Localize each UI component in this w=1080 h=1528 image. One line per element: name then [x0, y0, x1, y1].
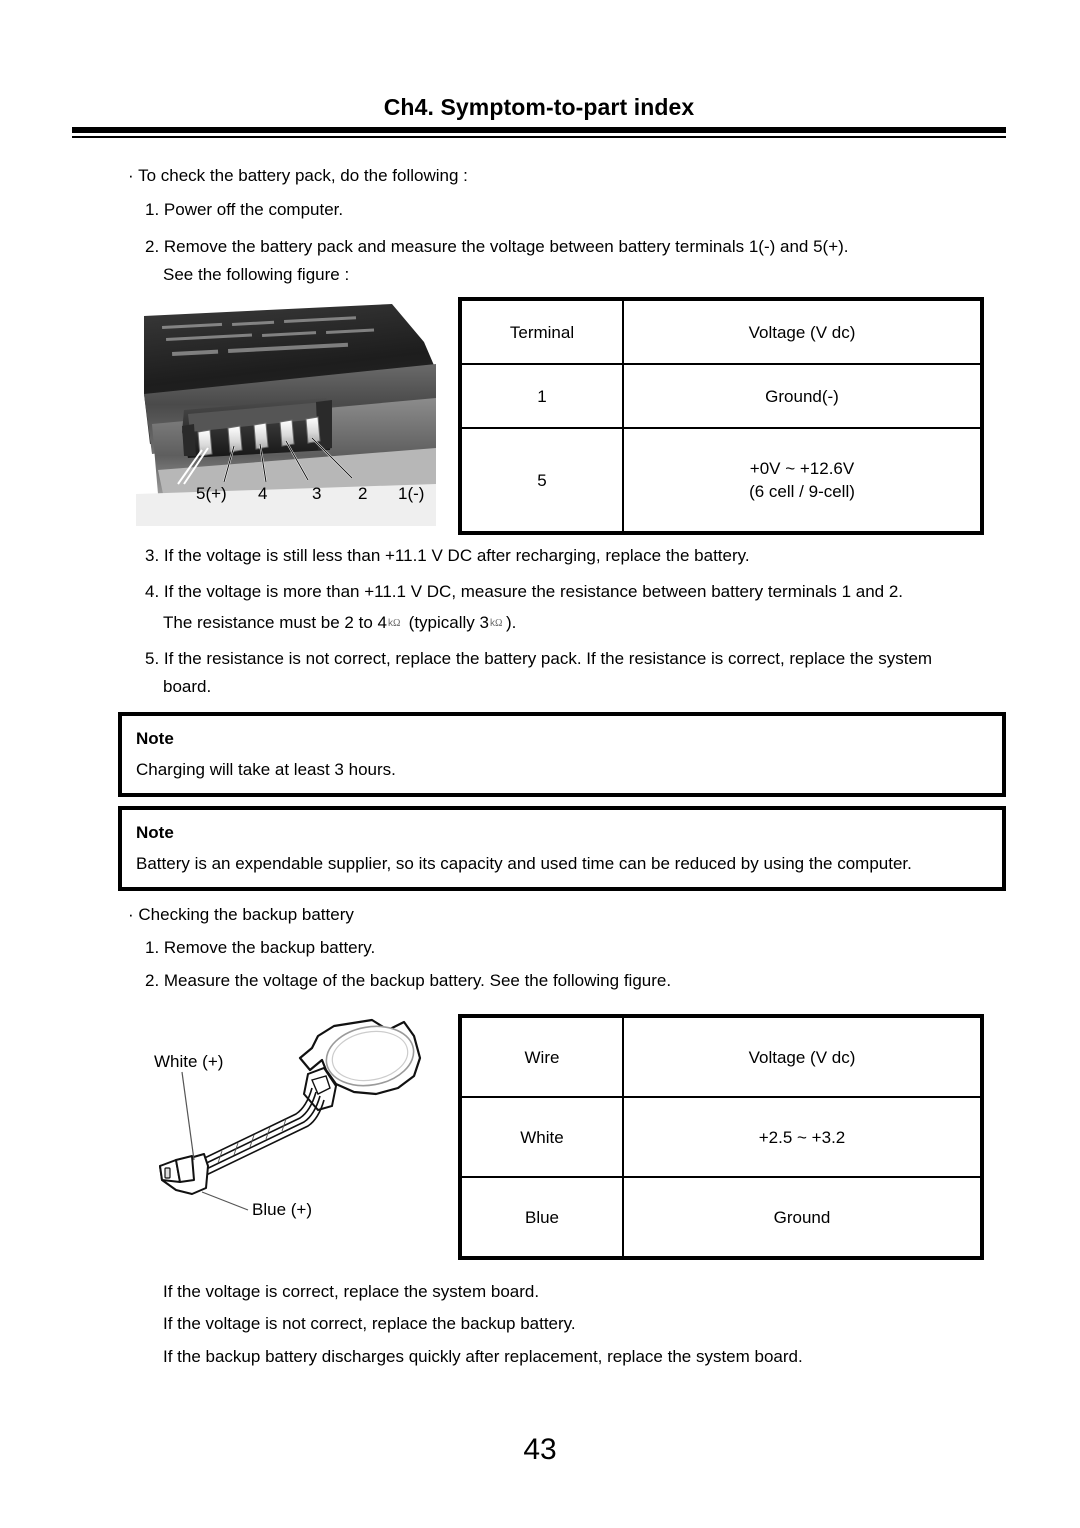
backup-check-step-1: 1. Remove the backup battery. [145, 938, 376, 957]
header-rule-thick [72, 127, 1006, 133]
battery-check-step-1: 1. Power off the computer. [145, 200, 344, 219]
table-row: Blue Ground [459, 1176, 983, 1259]
header-rule-thin [72, 136, 1006, 138]
terminal-value-1: 1 [459, 363, 624, 429]
wire-voltage-white: +2.5 ~ +3.2 [622, 1096, 983, 1178]
resistance-middle: (typically 3 [403, 613, 489, 632]
kilo-ohm-icon: kΩ [387, 615, 403, 630]
voltage-value-5-line2: (6 cell / 9-cell) [749, 482, 855, 501]
battery-label-4: 4 [258, 484, 268, 503]
voltage-value-5-line1: +0V ~ +12.6V [749, 459, 855, 478]
note-body: Battery is an expendable supplier, so it… [136, 854, 912, 873]
battery-check-step-2-cont: See the following figure : [163, 265, 350, 284]
backup-conclusion-1: If the voltage is correct, replace the s… [163, 1282, 540, 1301]
wire-value-white: White [459, 1096, 624, 1178]
battery-label-1: 1(-) [398, 484, 425, 503]
wire-voltage-header: Voltage (V dc) [622, 1015, 983, 1098]
battery-check-resistance-line: The resistance must be 2 to 4kΩ (typical… [163, 612, 516, 634]
voltage-value-5: +0V ~ +12.6V (6 cell / 9-cell) [622, 427, 983, 534]
backup-label-blue: Blue (+) [252, 1200, 312, 1219]
battery-check-step-4: 4. If the voltage is more than +11.1 V D… [145, 582, 904, 601]
battery-label-3: 3 [312, 484, 322, 503]
table-row-header: Wire Voltage (V dc) [459, 1015, 983, 1098]
page-header: Ch4. Symptom-to-part index [72, 92, 1006, 122]
note-title: Note [136, 823, 174, 842]
note-body: Charging will take at least 3 hours. [136, 760, 396, 779]
battery-check-step-3: 3. If the voltage is still less than +11… [145, 546, 750, 565]
backup-conclusion-2: If the voltage is not correct, replace t… [163, 1314, 576, 1333]
resistance-prefix: The resistance must be 2 to 4 [163, 613, 387, 632]
backup-battery-figure: White (+) Blue (+) [136, 1014, 454, 1242]
note-box-charging: Note Charging will take at least 3 hours… [118, 712, 1006, 797]
backup-label-white: White (+) [154, 1052, 224, 1071]
backup-conclusion-3: If the backup battery discharges quickly… [163, 1347, 803, 1366]
battery-check-lead: To check the battery pack, do the follow… [128, 165, 468, 187]
note-title: Note [136, 729, 174, 748]
battery-label-2: 2 [358, 484, 368, 503]
backup-check-step-2: 2. Measure the voltage of the backup bat… [145, 971, 672, 990]
wire-header: Wire [459, 1015, 624, 1098]
page-number: 43 [523, 1433, 557, 1466]
table-row: 1 Ground(-) [459, 363, 983, 429]
svg-text:Ω: Ω [393, 618, 400, 629]
table-row: White +2.5 ~ +3.2 [459, 1096, 983, 1178]
note-box-expendable: Note Battery is an expendable supplier, … [118, 806, 1006, 891]
kilo-ohm-icon-2: kΩ [489, 615, 505, 630]
terminal-value-5: 5 [459, 427, 624, 534]
battery-check-step-5: 5. If the resistance is not correct, rep… [145, 649, 933, 668]
terminal-voltage-table: Terminal Voltage (V dc) 1 Ground(-) 5 +0… [458, 297, 984, 535]
resistance-suffix: ). [505, 613, 517, 632]
battery-photo-graphic [136, 298, 436, 526]
manual-page: Ch4. Symptom-to-part index To check the … [0, 0, 1080, 1528]
backup-check-lead: Checking the backup battery [128, 904, 353, 926]
table-row: 5 +0V ~ +12.6V (6 cell / 9-cell) [459, 427, 983, 534]
battery-check-step-5-cont: board. [163, 677, 212, 696]
battery-check-step-2: 2. Remove the battery pack and measure t… [145, 237, 849, 256]
table-row-header: Terminal Voltage (V dc) [459, 298, 983, 365]
battery-connector-photo: 5(+) 4 3 2 1(-) [136, 298, 436, 526]
page-title: Ch4. Symptom-to-part index [383, 94, 695, 120]
wire-voltage-blue: Ground [622, 1176, 983, 1259]
svg-text:Ω: Ω [495, 618, 502, 629]
terminal-header: Terminal [459, 298, 624, 365]
wire-value-blue: Blue [459, 1176, 624, 1259]
wire-voltage-table: Wire Voltage (V dc) White +2.5 ~ +3.2 Bl… [458, 1014, 984, 1260]
battery-label-5: 5(+) [196, 484, 227, 503]
voltage-value-1: Ground(-) [622, 363, 983, 429]
voltage-header: Voltage (V dc) [622, 298, 983, 365]
